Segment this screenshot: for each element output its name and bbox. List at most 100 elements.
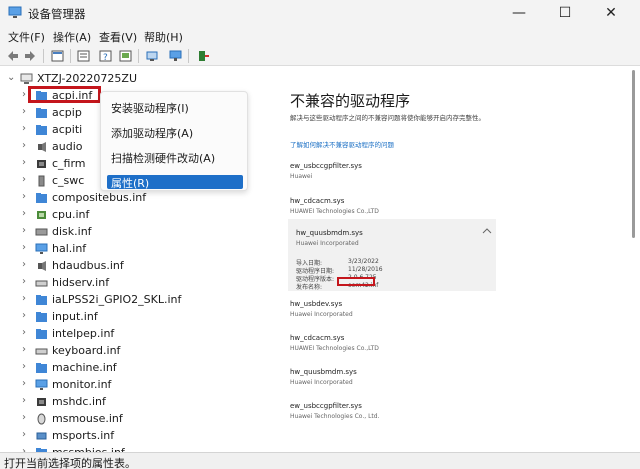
chevron-right-icon[interactable]: › [22, 429, 26, 440]
tree-item-label: audio [52, 140, 83, 153]
device-view-icon[interactable] [118, 49, 133, 63]
tree-item-label: keyboard.inf [52, 344, 121, 357]
tree-item-label: c_firm [52, 157, 86, 170]
context-add-driver[interactable]: 添加驱动程序(A) [111, 125, 193, 141]
tree-item-label: compositebus.inf [52, 191, 147, 204]
chevron-down-icon[interactable]: ⌄ [7, 72, 15, 83]
maximize-icon: ☐ [558, 5, 572, 21]
menu-view[interactable]: 查看(V) [99, 29, 137, 45]
chevron-right-icon[interactable]: › [22, 378, 26, 389]
window-title: 设备管理器 [28, 7, 86, 21]
context-scan-hardware[interactable]: 扫描检测硬件改动(A) [111, 150, 215, 166]
panel-description: 解决与这些驱动程序之间的不兼容问题将使你能够开启内存完整性。 [290, 114, 485, 122]
chevron-right-icon[interactable]: › [22, 140, 26, 151]
tree-item-label: disk.inf [52, 225, 92, 238]
chevron-right-icon[interactable]: › [22, 327, 26, 338]
context-properties[interactable]: 属性(R) [111, 175, 149, 191]
back-arrow-icon[interactable] [5, 49, 20, 63]
panel-title: 不兼容的驱动程序 [290, 92, 411, 110]
tree-item[interactable]: › input.inf [0, 309, 262, 326]
chevron-right-icon[interactable]: › [22, 344, 26, 355]
chevron-right-icon[interactable]: › [22, 208, 26, 219]
status-bar: 打开当前选择项的属性表。 [0, 452, 640, 469]
minimize-icon: — [512, 5, 526, 21]
tree-item[interactable]: › hidserv.inf [0, 275, 262, 292]
tree-item-label: hdaudbus.inf [52, 259, 124, 272]
title-bar: 设备管理器 — ☐ ✕ [0, 0, 640, 26]
panel-help-link[interactable]: 了解如何解决不兼容驱动程序的问题 [290, 139, 394, 149]
scan-hardware-icon[interactable] [145, 49, 160, 63]
folder-icon [36, 312, 47, 322]
tree-item[interactable]: ›mssmbios.inf [0, 445, 262, 452]
tree-item-label: hal.inf [52, 242, 87, 255]
chevron-right-icon[interactable]: › [22, 293, 26, 304]
tree-root-label: XTZJ-20220725ZU [37, 72, 137, 85]
chip-icon [37, 398, 46, 406]
tree-item[interactable]: › hdaudbus.inf [0, 258, 262, 275]
chevron-right-icon[interactable]: › [22, 157, 26, 168]
detail-published-label: 发布名称: [296, 284, 323, 291]
mouse-icon [37, 413, 46, 425]
driver-card-expanded[interactable]: hw_quusbmdm.sys Huawei Incorporated 导入日期… [288, 219, 496, 291]
tree-item[interactable]: › hal.inf [0, 241, 262, 258]
chevron-right-icon[interactable]: › [22, 395, 26, 406]
tree-item[interactable]: › machine.inf [0, 360, 262, 377]
device-icon [38, 175, 45, 187]
audio-icon [38, 261, 46, 271]
computer-icon [20, 73, 33, 84]
chevron-right-icon[interactable]: › [22, 361, 26, 372]
chevron-right-icon[interactable]: › [22, 276, 26, 287]
chevron-right-icon[interactable]: › [22, 225, 26, 236]
tree-item[interactable]: › monitor.inf [0, 377, 262, 394]
close-button[interactable]: ✕ [588, 0, 634, 26]
list-icon[interactable] [76, 49, 91, 63]
audio-icon [38, 142, 46, 152]
vertical-scrollbar[interactable] [632, 70, 635, 238]
folder-icon [36, 193, 47, 203]
properties-icon[interactable] [50, 49, 65, 63]
tree-item-label: cpu.inf [52, 208, 90, 221]
driver-vendor: HUAWEI Technologies Co.,LTD [290, 345, 379, 352]
chevron-right-icon[interactable]: › [22, 310, 26, 321]
chevron-right-icon[interactable]: › [22, 89, 26, 100]
tree-item[interactable]: › mshdc.inf [0, 394, 262, 411]
tree-item[interactable]: › compositebus.inf [0, 190, 262, 207]
maximize-button[interactable]: ☐ [542, 0, 588, 26]
minimize-button[interactable]: — [496, 0, 542, 26]
driver-vendor: Huawei [290, 173, 313, 180]
chevron-right-icon[interactable]: › [22, 174, 26, 185]
tree-item-label: c_swc [52, 174, 85, 187]
svg-text:?: ? [103, 53, 108, 63]
menu-file[interactable]: 文件(F) [8, 29, 45, 45]
cpu-icon [37, 211, 46, 219]
toolbar-separator [138, 49, 139, 63]
chevron-up-icon[interactable] [482, 227, 492, 235]
help-icon[interactable]: ? [98, 49, 113, 63]
forward-arrow-icon[interactable] [23, 49, 38, 63]
tree-item[interactable]: › msmouse.inf [0, 411, 262, 428]
menu-help[interactable]: 帮助(H) [144, 29, 183, 45]
context-install-driver[interactable]: 安装驱动程序(I) [111, 100, 189, 116]
driver-name: hw_usbdev.sys [290, 300, 343, 308]
menu-action[interactable]: 操作(A) [53, 29, 91, 45]
chevron-right-icon[interactable]: › [22, 242, 26, 253]
chevron-right-icon[interactable]: › [22, 191, 26, 202]
add-driver-icon[interactable] [196, 49, 211, 63]
tree-item[interactable]: › intelpep.inf [0, 326, 262, 343]
tree-item[interactable]: › keyboard.inf [0, 343, 262, 360]
chevron-right-icon[interactable]: › [22, 259, 26, 270]
toolbar-separator [70, 49, 71, 63]
chevron-right-icon[interactable]: › [22, 123, 26, 134]
monitor-scan-icon[interactable] [168, 49, 183, 63]
tree-item-label: iaLPSS2i_GPIO2_SKL.inf [52, 293, 182, 306]
tree-item[interactable]: › disk.inf [0, 224, 262, 241]
tree-item-label: monitor.inf [52, 378, 112, 391]
keyboard-icon [35, 280, 48, 287]
port-icon [36, 432, 47, 440]
tree-item-label: acpiti [52, 123, 83, 136]
chevron-right-icon[interactable]: › [22, 412, 26, 423]
tree-item[interactable]: › cpu.inf [0, 207, 262, 224]
chevron-right-icon[interactable]: › [22, 106, 26, 117]
tree-item[interactable]: › msports.inf [0, 428, 262, 445]
tree-item[interactable]: › iaLPSS2i_GPIO2_SKL.inf [0, 292, 262, 309]
